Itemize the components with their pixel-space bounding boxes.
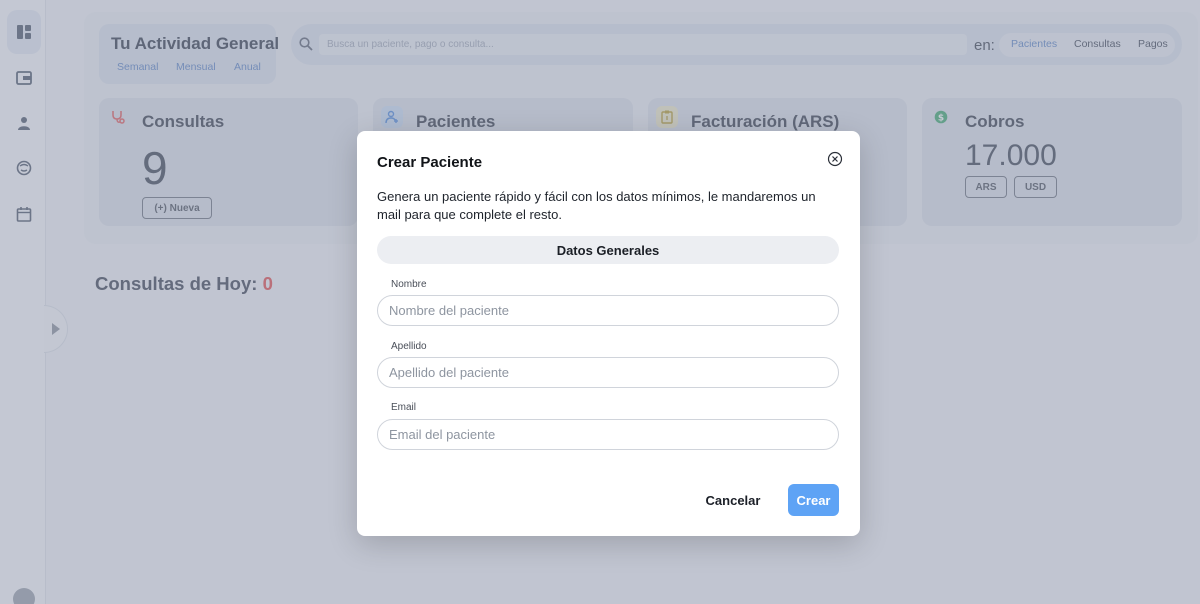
apellido-label: Apellido <box>391 341 427 352</box>
modal-description: Genera un paciente rápido y fácil con lo… <box>377 189 816 222</box>
create-button[interactable]: Crear <box>788 484 839 516</box>
apellido-field[interactable] <box>377 357 839 388</box>
email-label: Email <box>391 402 417 413</box>
nombre-label: Nombre <box>391 279 427 290</box>
close-icon[interactable] <box>827 151 843 167</box>
create-patient-modal: Crear Paciente Genera un paciente rápido… <box>357 131 860 536</box>
cancel-button[interactable]: Cancelar <box>697 486 769 514</box>
email-field[interactable] <box>377 419 839 450</box>
nombre-field[interactable] <box>377 295 839 326</box>
section-datos-generales: Datos Generales <box>377 236 839 264</box>
modal-title: Crear Paciente <box>377 154 483 171</box>
